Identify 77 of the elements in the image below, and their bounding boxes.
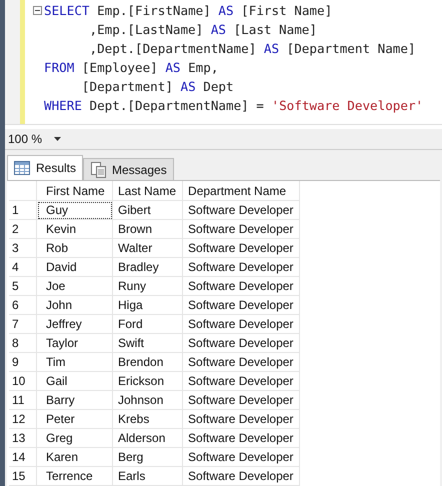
table-cell: Software Developer: [182, 410, 300, 428]
row-number[interactable]: 12: [9, 410, 36, 428]
table-cell: Software Developer: [182, 390, 300, 410]
table-cell: Jeffrey: [36, 314, 112, 334]
table-cell: Gibert: [112, 200, 183, 220]
code-editor[interactable]: [5, 0, 442, 125]
table-cell: Berg: [112, 448, 183, 466]
table-cell: Software Developer: [182, 372, 300, 390]
table-cell: Kevin: [36, 220, 112, 238]
tab[interactable]: Messages: [83, 158, 174, 180]
table-cell: Runy: [112, 276, 183, 296]
caret-icon: [54, 137, 62, 141]
table-cell: Software Developer: [182, 334, 300, 352]
row-number[interactable]: 11: [9, 390, 36, 410]
table-cell: Rob: [36, 238, 112, 258]
table-cell: Tim: [36, 352, 112, 372]
table-cell: Software Developer: [182, 238, 300, 258]
zoom-dropdown[interactable]: 100 %: [5, 132, 64, 146]
table-cell: Software Developer: [182, 276, 300, 296]
table-cell: Alderson: [112, 428, 183, 448]
table-cell: Erickson: [112, 372, 183, 390]
row-number[interactable]: 7: [9, 314, 36, 334]
grid-icon: [14, 161, 30, 175]
tab[interactable]: Results: [7, 155, 84, 180]
table-cell: Walter: [112, 238, 183, 258]
code-line: ,Emp.[LastName] AS [Last Name]: [88, 22, 317, 37]
table-cell: Gail: [36, 372, 112, 390]
table-cell: Higa: [112, 296, 183, 314]
row-number[interactable]: 3: [9, 238, 36, 258]
row-number[interactable]: 13: [9, 428, 36, 448]
code-line: WHERE Dept.[DepartmentName] = 'Software Developer': [44, 98, 424, 113]
table-cell: Karen: [36, 448, 112, 466]
row-number[interactable]: 10: [9, 372, 36, 390]
table-cell: Software Developer: [182, 448, 300, 466]
code-line: FROM [Employee] AS Emp,: [44, 60, 218, 75]
collapse-icon[interactable]: [33, 6, 42, 15]
column-header[interactable]: Last Name: [112, 181, 183, 200]
column-header[interactable]: Department Name: [182, 181, 300, 200]
row-number[interactable]: 2: [9, 220, 36, 238]
row-number[interactable]: 5: [9, 276, 36, 296]
table-cell: Greg: [36, 428, 112, 448]
table-cell: Johnson: [112, 390, 183, 410]
table-cell: Krebs: [112, 410, 183, 428]
table-cell: Ford: [112, 314, 183, 334]
row-number[interactable]: 9: [9, 352, 36, 372]
table-cell: Guy: [36, 200, 112, 220]
table-cell: Taylor: [36, 334, 112, 352]
code-line: SELECT Emp.[FirstName] AS [First Name]: [44, 3, 332, 18]
row-number[interactable]: 14: [9, 448, 36, 466]
table-cell: Brown: [112, 220, 183, 238]
table-cell: Terrence: [36, 466, 112, 486]
table-cell: David: [36, 258, 112, 276]
column-header[interactable]: First Name: [36, 181, 112, 200]
row-number[interactable]: 6: [9, 296, 36, 314]
table-cell: Peter: [36, 410, 112, 428]
row-number[interactable]: 1: [9, 200, 36, 220]
table-cell: Software Developer: [182, 200, 300, 220]
table-cell: Software Developer: [182, 352, 300, 372]
document-icon: [90, 162, 106, 178]
row-number[interactable]: 4: [9, 258, 36, 276]
table-cell: Software Developer: [182, 258, 300, 276]
code-line: ,Dept.[DepartmentName] AS [Department Name]: [88, 41, 416, 56]
table-cell: Brendon: [112, 352, 183, 372]
row-number[interactable]: 15: [9, 466, 36, 486]
table-cell: Software Developer: [182, 220, 300, 238]
table-cell: Earls: [112, 466, 183, 486]
code-line: [Department] AS Dept: [80, 79, 234, 94]
table-cell: Joe: [36, 276, 112, 296]
table-cell: Barry: [36, 390, 112, 410]
table-cell: Swift: [112, 334, 183, 352]
table-cell: Software Developer: [182, 314, 300, 334]
table-cell: Software Developer: [182, 428, 300, 448]
table-cell: Bradley: [112, 258, 183, 276]
row-number[interactable]: 8: [9, 334, 36, 352]
table-cell: Software Developer: [182, 466, 300, 486]
table-cell: John: [36, 296, 112, 314]
table-cell: Software Developer: [182, 296, 300, 314]
